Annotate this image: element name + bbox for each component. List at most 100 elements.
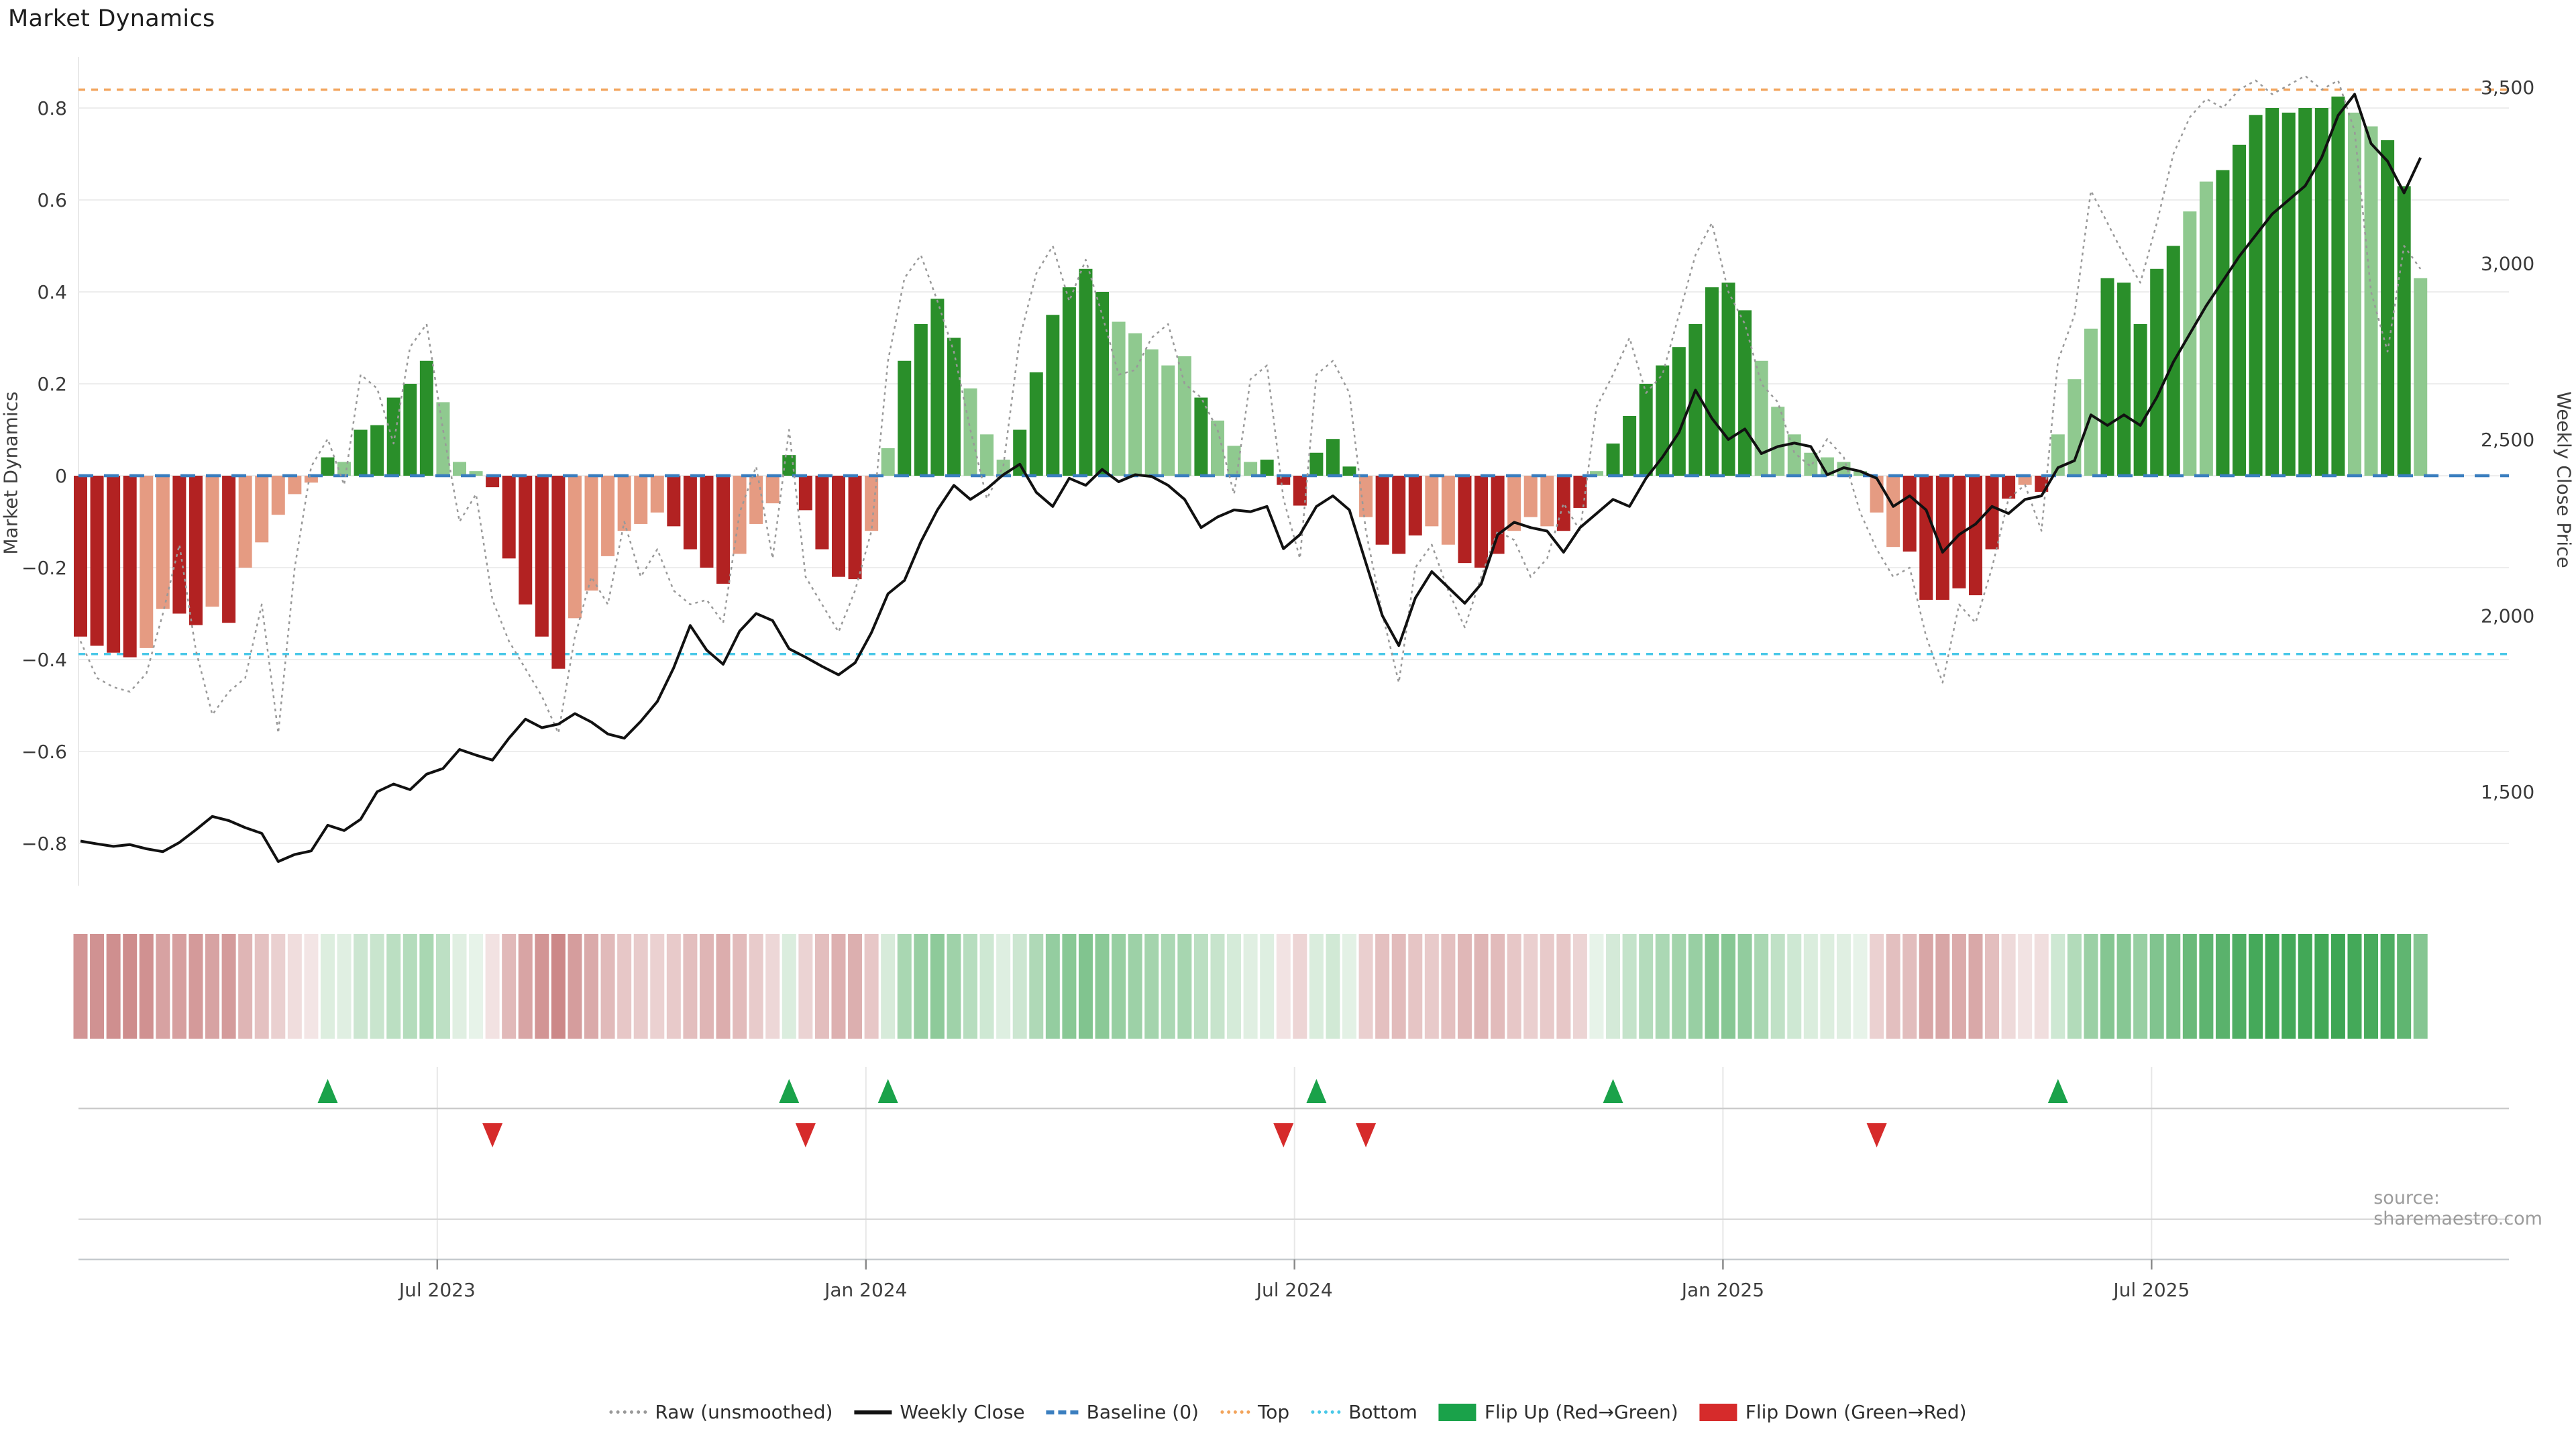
bar xyxy=(354,429,368,476)
bar xyxy=(2133,323,2147,476)
legend-item-top[interactable]: Top xyxy=(1220,1401,1289,1423)
legend-item-weekly-close[interactable]: Weekly Close xyxy=(854,1401,1025,1423)
bar xyxy=(419,360,433,476)
heatmap-cell xyxy=(1144,934,1159,1039)
heatmap-cell xyxy=(1293,934,1307,1039)
bar xyxy=(1177,356,1191,476)
heatmap-cell xyxy=(1375,934,1390,1039)
legend-item-flip-up[interactable]: Flip Up (Red→Green) xyxy=(1438,1401,1678,1423)
bar xyxy=(271,476,285,515)
heatmap-cell xyxy=(123,934,138,1039)
bar xyxy=(815,476,829,550)
heatmap-cell xyxy=(287,934,302,1039)
bar xyxy=(568,476,582,619)
bar xyxy=(765,476,780,504)
bar xyxy=(980,434,994,476)
heatmap-cell xyxy=(782,934,796,1039)
heatmap-cell xyxy=(831,934,846,1039)
bar xyxy=(716,476,731,584)
bar xyxy=(502,476,516,559)
heatmap-cell xyxy=(914,934,928,1039)
heatmap-cell xyxy=(633,934,648,1039)
flip-up-marker xyxy=(317,1079,338,1103)
legend-label: Flip Up (Red→Green) xyxy=(1484,1401,1678,1423)
heatmap-cell xyxy=(1935,934,1950,1039)
heatmap-cell xyxy=(1326,934,1340,1039)
heatmap-cell xyxy=(419,934,434,1039)
bar xyxy=(930,299,945,476)
right-tick-label: 3,000 xyxy=(2481,253,2534,275)
bar xyxy=(749,476,763,524)
heatmap-cell xyxy=(172,934,186,1039)
heatmap-cell xyxy=(2034,934,2049,1039)
heatmap-cell xyxy=(1540,934,1554,1039)
heatmap-cell xyxy=(1820,934,1835,1039)
legend-label: Flip Down (Green→Red) xyxy=(1745,1401,1967,1423)
heatmap-cell xyxy=(1424,934,1439,1039)
heatmap-cell xyxy=(733,934,747,1039)
right-tick-label: 2,000 xyxy=(2481,605,2534,627)
bar xyxy=(2414,278,2428,476)
heatmap-cell xyxy=(2413,934,2428,1039)
bar xyxy=(2216,170,2230,476)
left-axis-title: Market Dynamics xyxy=(0,391,22,555)
bar xyxy=(1556,476,1570,531)
heatmap-cell xyxy=(1012,934,1027,1039)
bar xyxy=(1458,476,1472,564)
legend-item-bottom[interactable]: Bottom xyxy=(1311,1401,1417,1423)
bar xyxy=(1540,476,1554,527)
legend-item-raw[interactable]: Raw (unsmoothed) xyxy=(609,1401,833,1423)
heatmap-cell xyxy=(1836,934,1851,1039)
bar xyxy=(140,476,154,648)
heatmap-cell xyxy=(2249,934,2263,1039)
bar xyxy=(1128,333,1142,476)
heatmap-cell xyxy=(930,934,945,1039)
heatmap-cell xyxy=(600,934,615,1039)
heatmap-cell xyxy=(73,934,88,1039)
heatmap-cell xyxy=(1391,934,1406,1039)
heatmap-cell xyxy=(1523,934,1538,1039)
heatmap-cell xyxy=(617,934,632,1039)
top-swatch-icon xyxy=(1220,1410,1250,1414)
heatmap-cell xyxy=(1260,934,1275,1039)
bar xyxy=(1672,347,1686,476)
heatmap-cell xyxy=(189,934,203,1039)
heatmap-cell xyxy=(699,934,714,1039)
bar xyxy=(2150,268,2164,476)
heatmap-cell xyxy=(518,934,533,1039)
heatmap-cell xyxy=(2364,934,2379,1039)
bar xyxy=(1425,476,1439,527)
heatmap-cell xyxy=(1853,934,1868,1039)
heatmap-cell xyxy=(1803,934,1818,1039)
x-tick-label: Jan 2025 xyxy=(1680,1279,1764,1301)
bar xyxy=(1886,476,1900,548)
heatmap-cell xyxy=(1606,934,1621,1039)
bar xyxy=(2100,278,2114,476)
heatmap-cell xyxy=(502,934,517,1039)
heatmap-cell xyxy=(864,934,879,1039)
bottom-swatch-icon xyxy=(1311,1410,1341,1414)
bar xyxy=(1013,429,1027,476)
heatmap-cell xyxy=(1886,934,1900,1039)
heatmap-cell xyxy=(1457,934,1472,1039)
flip-up-marker xyxy=(779,1079,800,1103)
legend-item-flip-down[interactable]: Flip Down (Green→Red) xyxy=(1699,1401,1967,1423)
bar xyxy=(1112,321,1126,476)
heatmap-cell xyxy=(749,934,763,1039)
bar xyxy=(321,457,335,476)
heatmap-cell xyxy=(271,934,286,1039)
x-tick-label: Jul 2025 xyxy=(2112,1279,2190,1301)
heatmap-cell xyxy=(2018,934,2033,1039)
right-tick-label: 1,500 xyxy=(2481,781,2534,803)
bar xyxy=(1787,434,1801,476)
heatmap-cell xyxy=(2067,934,2082,1039)
heatmap-cell xyxy=(996,934,1011,1039)
right-tick-label: 2,500 xyxy=(2481,429,2534,451)
heatmap-cell xyxy=(1029,934,1044,1039)
bar xyxy=(914,323,928,476)
bar xyxy=(2381,140,2395,476)
legend-item-baseline[interactable]: Baseline (0) xyxy=(1046,1401,1199,1423)
heatmap-cell xyxy=(2116,934,2131,1039)
heatmap-cell xyxy=(2298,934,2312,1039)
heatmap-cell xyxy=(452,934,467,1039)
